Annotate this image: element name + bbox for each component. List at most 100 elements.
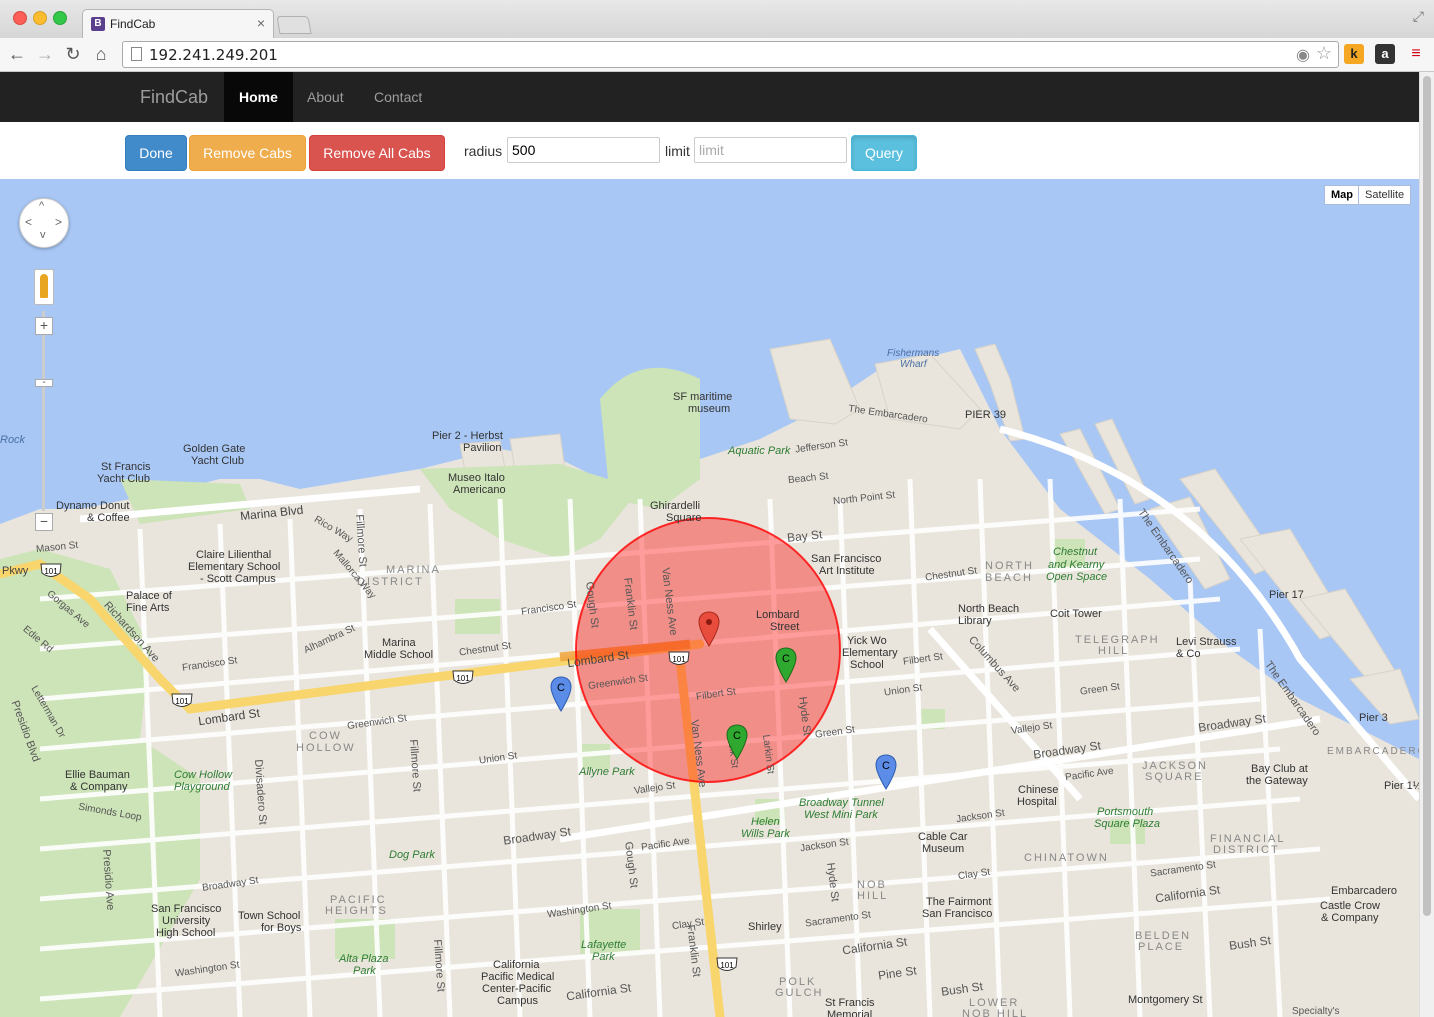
map-label: The Fairmont: [926, 896, 992, 908]
map-label: Cable Car: [918, 831, 968, 843]
pan-down-icon[interactable]: v: [40, 229, 46, 241]
amazon-icon[interactable]: a: [1375, 44, 1395, 64]
new-tab-button[interactable]: [276, 16, 312, 34]
map-label: and Kearny: [1048, 559, 1105, 571]
zoom-in-button[interactable]: +: [35, 317, 53, 335]
cab-marker-nearby[interactable]: C: [775, 647, 797, 683]
map-label: Open Space: [1046, 571, 1108, 583]
done-button[interactable]: Done: [125, 135, 187, 171]
map-label: Square: [666, 512, 702, 524]
map-canvas[interactable]: Rock Fishermans Wharf SF maritime museum…: [0, 179, 1419, 1017]
map-label: Square Plaza: [1094, 818, 1161, 830]
map-label: San Francisco: [811, 553, 882, 565]
pan-control[interactable]: ^ < > v: [19, 198, 69, 248]
pan-right-icon[interactable]: >: [55, 215, 62, 229]
highway-shield-icon: 101: [668, 651, 690, 665]
map-label: Elementary: [842, 647, 898, 659]
fullscreen-icon[interactable]: ⤢: [1413, 8, 1424, 25]
map-label: Lafayette: [581, 939, 627, 951]
park-aquatic: [600, 367, 700, 509]
map-label: Memorial: [827, 1009, 873, 1017]
pan-up-icon[interactable]: ^: [39, 200, 44, 212]
cab-marker-far[interactable]: C: [875, 754, 897, 790]
zoom-slider-track[interactable]: [42, 311, 45, 511]
map-label: Museo Italo: [448, 472, 505, 484]
tab-title: FindCab: [110, 17, 156, 31]
map-label: Lombard: [756, 609, 800, 621]
map-label: MARINA: [386, 564, 441, 576]
map-type-map-button[interactable]: Map: [1324, 185, 1360, 205]
highway-shield-icon: 101: [171, 693, 193, 707]
map-label: Pier 3: [1359, 712, 1388, 724]
map-label: Pavilion: [463, 442, 502, 454]
map-label: Wills Park: [741, 828, 790, 840]
k-extension-icon[interactable]: k: [1344, 44, 1364, 64]
map-label: GULCH: [775, 987, 824, 999]
map-label: & Co: [1176, 648, 1201, 660]
map-label: SF maritime: [673, 391, 733, 403]
location-icon[interactable]: ◉: [1296, 45, 1310, 65]
map-label: Park: [353, 965, 376, 977]
cab-marker-nearby[interactable]: C: [726, 724, 748, 760]
pan-left-icon[interactable]: <: [25, 215, 32, 229]
brand-logo[interactable]: FindCab: [140, 87, 208, 108]
map-label: HILL: [857, 890, 889, 902]
street-label: Pkwy: [2, 565, 29, 577]
map-label: North Beach: [958, 603, 1020, 615]
browser-tab[interactable]: B FindCab ×: [82, 9, 274, 39]
remove-all-cabs-button[interactable]: Remove All Cabs: [309, 135, 445, 171]
map-label: - Scott Campus: [200, 573, 276, 585]
bookmark-star-icon[interactable]: ☆: [1316, 43, 1332, 64]
map-label: Portsmouth: [1097, 806, 1154, 818]
map-label: Park: [592, 951, 615, 963]
radius-input[interactable]: [507, 137, 660, 163]
close-window-button[interactable]: [13, 11, 27, 25]
address-bar[interactable]: 192.241.249.201 ◉ ☆: [122, 41, 1339, 68]
nav-about[interactable]: About: [292, 72, 359, 122]
map-label: Americano: [453, 484, 506, 496]
cab-marker-far[interactable]: C: [550, 676, 572, 712]
map-label: Pier 17: [1269, 589, 1304, 601]
map-label: Ellie Bauman: [65, 769, 130, 781]
back-arrow-icon[interactable]: ←: [5, 42, 29, 66]
map-label: University: [162, 915, 211, 927]
map-label: & Company: [70, 781, 128, 793]
forward-arrow-icon[interactable]: →: [33, 42, 57, 66]
menu-icon[interactable]: ≡: [1406, 44, 1426, 64]
map-label: Playground: [174, 781, 230, 793]
map-label: Campus: [497, 995, 538, 1007]
reload-icon[interactable]: ↻: [61, 42, 85, 66]
map-label: Yacht Club: [97, 473, 150, 485]
nav-contact[interactable]: Contact: [359, 72, 437, 122]
map-label: Town School: [238, 910, 301, 922]
nav-home[interactable]: Home: [224, 72, 293, 122]
map-type-satellite-button[interactable]: Satellite: [1358, 185, 1412, 205]
street-view-pegman-icon[interactable]: [34, 269, 54, 305]
map-label: Allyne Park: [579, 766, 635, 778]
search-center-marker[interactable]: [698, 611, 720, 647]
remove-cabs-button[interactable]: Remove Cabs: [189, 135, 306, 171]
map-label: Chestnut: [1053, 546, 1098, 558]
highway-shield-icon: 101: [40, 563, 62, 577]
page-icon: [131, 47, 142, 61]
map-label: Dynamo Donut: [56, 500, 130, 512]
page-scrollbar[interactable]: [1419, 72, 1434, 1017]
tab-close-icon[interactable]: ×: [257, 15, 265, 31]
map-label: Palace of: [126, 590, 172, 602]
minimize-window-button[interactable]: [33, 11, 47, 25]
zoom-out-button[interactable]: −: [35, 513, 53, 531]
highway-shield-icon: 101: [716, 957, 738, 971]
map-label: COW: [309, 730, 342, 742]
radius-label: radius: [464, 143, 503, 159]
map-label: CHINATOWN: [1024, 852, 1109, 864]
zoom-slider-handle[interactable]: -: [35, 378, 53, 388]
maximize-window-button[interactable]: [53, 11, 67, 25]
map-label: the Gateway: [1246, 775, 1308, 787]
home-icon[interactable]: ⌂: [89, 42, 113, 66]
query-button[interactable]: Query: [851, 135, 917, 171]
scrollbar-thumb[interactable]: [1423, 76, 1431, 916]
limit-input[interactable]: [694, 137, 847, 163]
map-label: DISTRICT: [1213, 844, 1280, 856]
map-label: California: [493, 959, 540, 971]
map-label: museum: [688, 403, 731, 415]
